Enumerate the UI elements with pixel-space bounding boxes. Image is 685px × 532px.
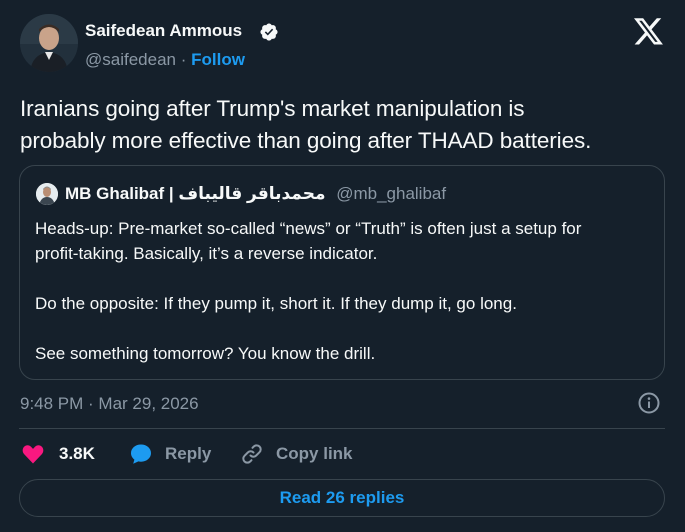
reply-bubble-icon	[131, 444, 151, 464]
quoted-text-line: Do the opposite: If they pump it, short …	[35, 294, 517, 313]
x-logo-icon[interactable]	[634, 18, 664, 46]
author-handle[interactable]: @saifedean	[85, 50, 176, 69]
quoted-text-line: Heads-up: Pre-market so-called “news” or…	[35, 219, 582, 238]
author-avatar[interactable]	[20, 14, 78, 72]
quoted-author-handle: @mb_ghalibaf	[336, 184, 447, 203]
copy-link-button[interactable]: Copy link	[240, 441, 353, 467]
copy-link-label: Copy link	[276, 444, 353, 463]
quoted-header: MB Ghalibaf | محمدباقر قالیباف @mb_ghali…	[65, 184, 446, 204]
tweet-text-line: Iranians going after Trump's market mani…	[20, 96, 525, 121]
heart-icon	[22, 445, 44, 464]
quoted-tweet[interactable]: MB Ghalibaf | محمدباقر قالیباف @mb_ghali…	[19, 165, 665, 380]
follow-button[interactable]: Follow	[191, 50, 245, 69]
link-icon	[242, 444, 262, 464]
tweet-text-line: probably more effective than going after…	[20, 128, 592, 153]
author-name[interactable]: Saifedean Ammous	[85, 21, 242, 41]
quoted-author-name: MB Ghalibaf | محمدباقر قالیباف	[65, 184, 326, 203]
info-icon[interactable]	[637, 391, 661, 415]
handle-separator: ·	[180, 50, 187, 69]
author-handle-row: @saifedean · Follow	[85, 50, 245, 70]
tweet-card: Saifedean Ammous @saifedean · Follow Ira…	[0, 0, 685, 532]
divider	[19, 428, 665, 429]
verified-badge-icon	[260, 23, 278, 41]
quoted-text-line: See something tomorrow? You know the dri…	[35, 344, 376, 363]
quoted-author-avatar	[36, 183, 58, 205]
reply-label: Reply	[165, 444, 212, 463]
like-count: 3.8K	[59, 444, 95, 463]
like-button[interactable]: 3.8K	[21, 441, 95, 467]
quoted-tweet-body: Heads-up: Pre-market so-called “news” or…	[35, 216, 655, 366]
tweet-text: Iranians going after Trump's market mani…	[20, 93, 680, 157]
tweet-timestamp[interactable]: 9:48 PM · Mar 29, 2026	[20, 394, 199, 414]
reply-button[interactable]: Reply	[129, 441, 211, 467]
read-replies-button[interactable]: Read 26 replies	[19, 479, 665, 517]
quoted-text-line: profit-taking. Basically, it’s a reverse…	[35, 244, 378, 263]
